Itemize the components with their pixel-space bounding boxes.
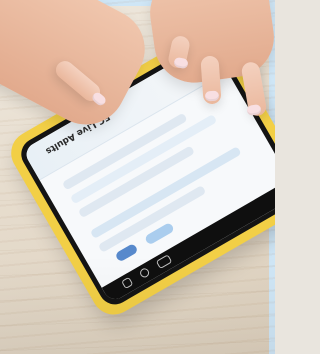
photo: EC Live Adults	[0, 0, 275, 354]
table-shadow	[0, 255, 275, 354]
